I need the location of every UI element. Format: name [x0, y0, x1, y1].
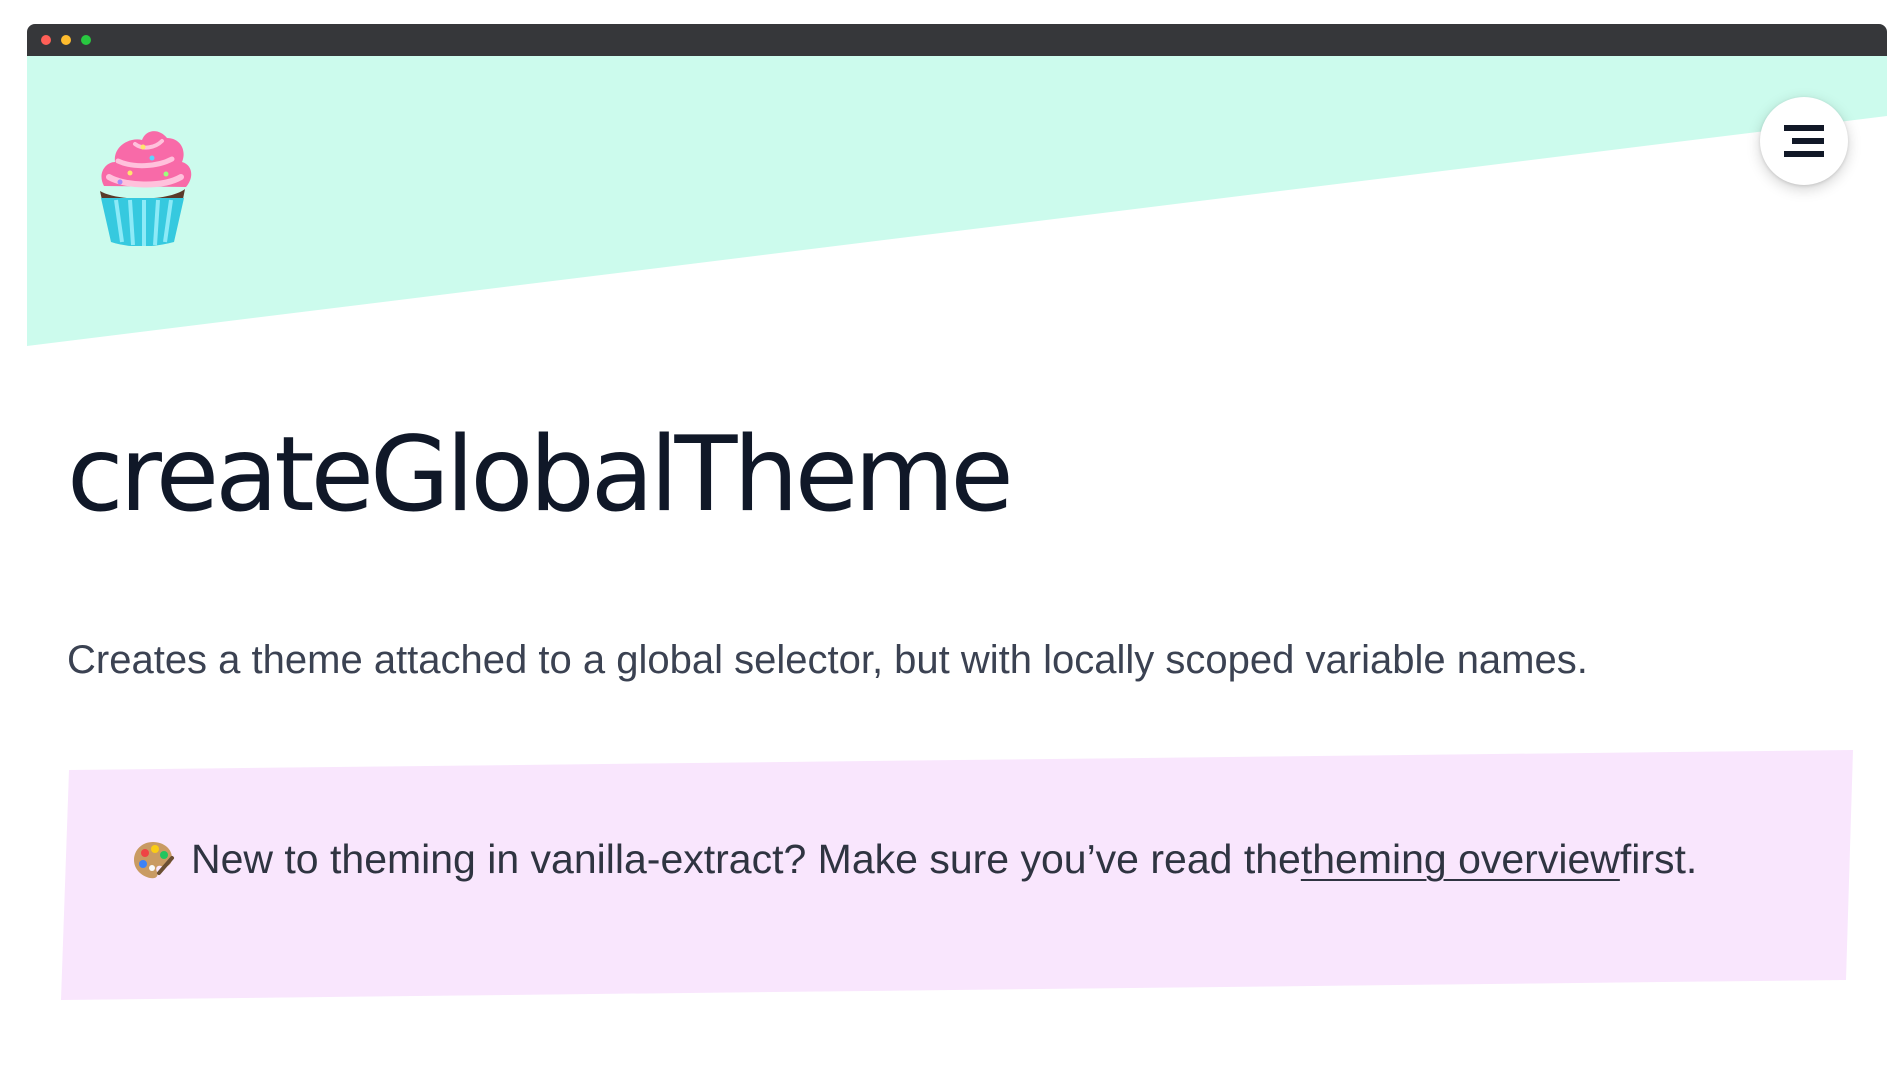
maximize-window-button[interactable] [81, 35, 91, 45]
theming-callout: New to theming in vanilla-extract? Make … [61, 750, 1853, 1000]
callout-message: New to theming in vanilla-extract? Make … [131, 835, 1697, 884]
hamburger-menu-icon [1784, 125, 1824, 157]
browser-window: createGlobalTheme Creates a theme attach… [27, 24, 1887, 1078]
hero-slant [27, 56, 1887, 346]
hero-background [27, 56, 1887, 346]
page-title: createGlobalTheme [67, 415, 1014, 535]
callout-prefix-text: New to theming in vanilla-extract? Make … [191, 836, 1301, 882]
artist-palette-icon [134, 841, 174, 878]
close-window-button[interactable] [41, 35, 51, 45]
cupcake-icon[interactable] [82, 116, 200, 247]
menu-button[interactable] [1760, 97, 1848, 185]
window-titlebar [27, 24, 1887, 56]
page-description: Creates a theme attached to a global sel… [67, 638, 1588, 682]
page-content: createGlobalTheme Creates a theme attach… [27, 56, 1887, 1078]
theming-overview-link[interactable]: theming overview [1301, 835, 1620, 884]
minimize-window-button[interactable] [61, 35, 71, 45]
callout-suffix-text: first. [1619, 836, 1698, 882]
